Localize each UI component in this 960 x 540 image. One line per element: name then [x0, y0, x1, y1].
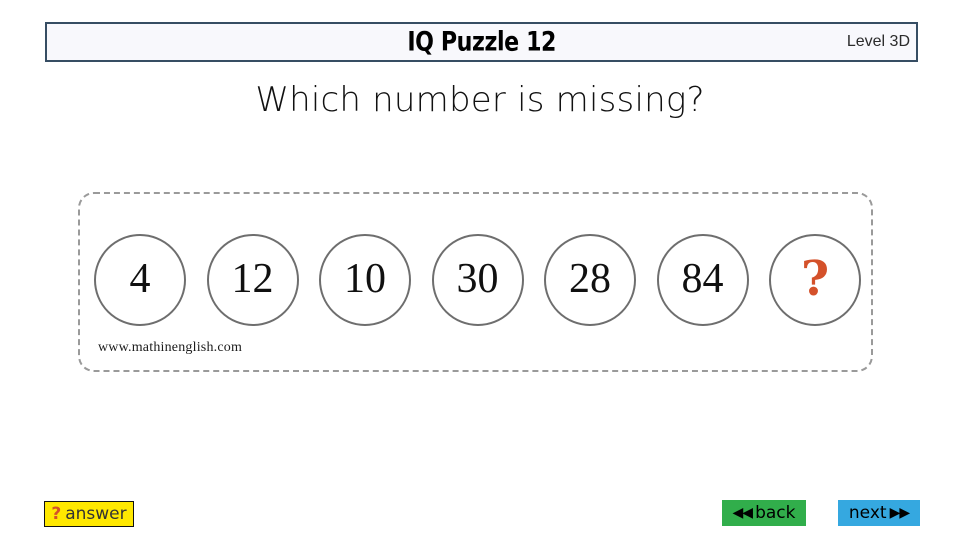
- number-circle: 84: [656, 234, 749, 326]
- number-circle: 10: [319, 234, 411, 326]
- puzzle-panel: 4 12 10 30 28 84 ? www.mathinenglish.com: [78, 192, 873, 372]
- page-title-text: IQ Puzzle 12: [407, 26, 556, 58]
- question-mark-icon: ?: [51, 503, 62, 524]
- number-circle-row: 4 12 10 30 28 84 ?: [94, 232, 861, 328]
- number-circle: 4: [94, 234, 186, 326]
- back-button-label: back: [755, 502, 796, 523]
- header-bar: IQ Puzzle 12 Level 3D: [45, 22, 918, 62]
- question-mark-icon: ?: [800, 251, 830, 307]
- double-right-arrow-icon: ▶▶: [889, 505, 911, 521]
- back-button[interactable]: ◀◀ back: [722, 500, 806, 526]
- number-circle-value: 4: [129, 256, 151, 302]
- number-circle-value: 30: [456, 256, 499, 302]
- answer-button[interactable]: ? answer: [44, 501, 134, 527]
- level-badge: Level 3D: [846, 33, 910, 50]
- number-circle-value: 28: [569, 256, 611, 302]
- next-button-label: next: [848, 502, 887, 523]
- double-left-arrow-icon: ◀◀: [732, 505, 754, 521]
- watermark-url: www.mathinenglish.com: [98, 340, 243, 355]
- question-prompt: Which number is missing?: [255, 80, 705, 120]
- number-circle: 28: [544, 234, 636, 326]
- number-circle: 30: [431, 234, 524, 326]
- page-title: IQ Puzzle 12: [47, 29, 916, 56]
- answer-button-label: answer: [65, 503, 127, 524]
- missing-number-circle: ?: [769, 234, 861, 326]
- next-button[interactable]: next ▶▶: [838, 500, 920, 526]
- number-circle-value: 12: [231, 256, 274, 302]
- number-circle-value: 84: [681, 256, 724, 302]
- number-circle: 12: [206, 234, 299, 326]
- number-circle-value: 10: [344, 256, 386, 302]
